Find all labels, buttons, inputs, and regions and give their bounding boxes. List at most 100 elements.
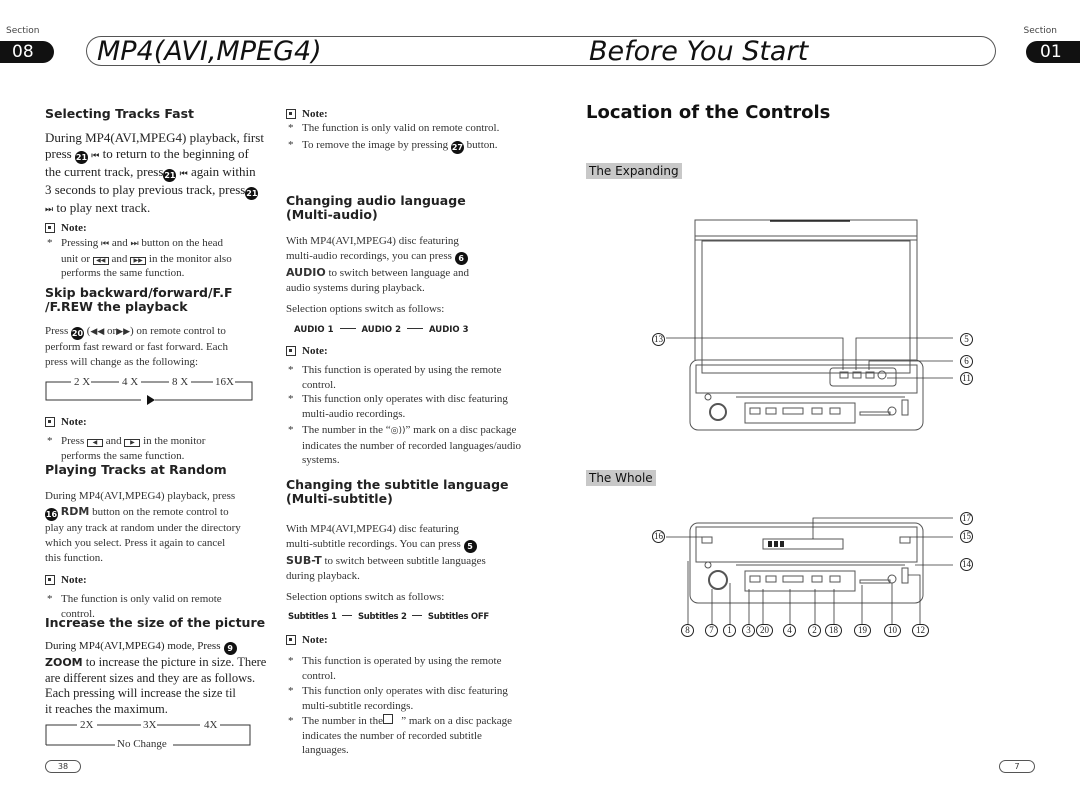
- button-number-badge: 9: [223, 642, 237, 655]
- subt-keyword: SUB-T: [286, 554, 322, 567]
- note-heading: Note:: [286, 108, 526, 120]
- flow-step: 2 X: [74, 376, 91, 388]
- audio-section: Changing audio language (Multi-audio) Wi…: [286, 194, 526, 468]
- expanding-unit-diagram: [666, 219, 953, 431]
- option-separator: [407, 328, 423, 329]
- flow-return-label: No Change: [117, 738, 167, 750]
- subtitle-section: Changing the subtitle language (Multi-su…: [286, 478, 526, 758]
- option: AUDIO 3: [428, 325, 469, 335]
- zoom-keyword: ZOOM: [45, 656, 83, 669]
- chapter-title: MP4(AVI,MPEG4): [97, 36, 322, 67]
- audio-options-sequence: AUDIO 1 AUDIO 2 AUDIO 3: [286, 325, 526, 335]
- button-number-badge: 27: [450, 141, 464, 154]
- skip-heading-line1: Skip backward/forward/F.F: [45, 285, 233, 300]
- note-heading: Note:: [45, 222, 277, 234]
- callout: 10: [884, 624, 901, 637]
- section-label-right: Section: [1023, 26, 1057, 36]
- note-icon: [45, 223, 55, 233]
- zoom-section: Increase the size of the picture During …: [45, 616, 280, 753]
- monitor-forward-button-icon: ▶: [124, 439, 141, 447]
- audio-heading-line2: (Multi-audio): [286, 207, 378, 222]
- page-number-left: 38: [45, 760, 81, 773]
- selecting-tracks-section: Selecting Tracks Fast During MP4(AVI,MPE…: [45, 107, 277, 281]
- expanding-label: The Expanding: [586, 163, 682, 179]
- note-icon: [45, 575, 55, 585]
- note-item: * The number in the “◎))” mark on a disc…: [288, 424, 522, 466]
- subtitle-heading-line2: (Multi-subtitle): [286, 491, 393, 506]
- multi-audio-mark-icon: ◎)): [390, 426, 406, 436]
- callout: 5: [960, 333, 973, 346]
- audio-keyword: AUDIO: [286, 266, 326, 279]
- option-separator: [339, 328, 356, 329]
- speed-flow-diagram: 2 X 4 X 8 X 16X: [45, 376, 277, 410]
- page-number-right: 7: [999, 760, 1035, 773]
- skip-section: Skip backward/forward/F.F /F.REW the pla…: [45, 286, 277, 463]
- audio-heading-line1: Changing audio language: [286, 193, 466, 208]
- random-body: During MP4(AVI,MPEG4) playback, press 16…: [45, 490, 241, 564]
- callout: 13: [652, 333, 665, 346]
- option: AUDIO 1: [294, 325, 334, 335]
- audio-options-intro: Selection options switch as follows:: [286, 303, 445, 315]
- zoom-heading: Increase the size of the picture: [45, 615, 266, 630]
- section-number-left: 08: [0, 41, 54, 63]
- callout: 15: [960, 530, 973, 543]
- note-heading: Note:: [45, 574, 277, 586]
- location-heading: Location of the Controls: [586, 102, 831, 123]
- option: Subtitles 2: [357, 612, 407, 622]
- rdm-keyword: RDM: [60, 505, 90, 518]
- multi-subtitle-mark-icon: [382, 714, 393, 724]
- monitor-next-button-icon: ▶▶: [130, 256, 147, 265]
- option-separator: [342, 615, 353, 616]
- button-number-badge: 21: [163, 169, 177, 182]
- callout: 1: [723, 624, 736, 637]
- skip-next-icon: ⏭: [130, 239, 139, 249]
- note-icon: [45, 417, 55, 427]
- callout: 20: [756, 624, 773, 637]
- title-bar-left: MP4(AVI,MPEG4): [86, 36, 546, 67]
- fast-forward-icon: ▶▶: [116, 327, 131, 337]
- note-heading: Note:: [286, 345, 526, 357]
- section-number-right: 01: [1026, 41, 1080, 63]
- rewind-icon: ◀◀: [90, 327, 105, 337]
- subtitle-options-sequence: Subtitles 1 Subtitles 2 Subtitles OFF: [286, 612, 526, 622]
- section-label-left: Section: [6, 26, 40, 36]
- option-separator: [412, 615, 423, 616]
- button-number-badge: 6: [454, 252, 468, 265]
- note-item: * The number in the ” mark on a disc pac…: [288, 714, 513, 756]
- random-section: Playing Tracks at Random During MP4(AVI,…: [45, 463, 277, 621]
- flow-step: 2X: [80, 719, 94, 731]
- selecting-tracks-heading: Selecting Tracks Fast: [45, 106, 195, 121]
- skip-body: Press 20 (◀◀ or▶▶) on remote control to …: [45, 325, 228, 368]
- callout: 12: [912, 624, 929, 637]
- flow-step: 4X: [204, 719, 218, 731]
- note-item: * This function only operates with disc f…: [288, 685, 508, 712]
- note-heading: Note:: [286, 634, 526, 646]
- option: Subtitles OFF: [427, 612, 489, 622]
- zoom-flow-diagram: 2X 3X 4X No Change: [45, 719, 280, 753]
- note-icon: [286, 109, 296, 119]
- note-icon: [286, 346, 296, 356]
- audio-body: With MP4(AVI,MPEG4) disc featuring multi…: [286, 235, 469, 294]
- callout: 18: [825, 624, 842, 637]
- whole-unit-diagram: [666, 517, 953, 625]
- note-item: * To remove the image by pressing 27 but…: [288, 139, 498, 154]
- button-number-badge: 16: [45, 508, 58, 521]
- subtitle-heading-line1: Changing the subtitle language: [286, 477, 509, 492]
- callout: 17: [960, 512, 973, 525]
- subtitle-options-intro: Selection options switch as follows:: [286, 591, 445, 603]
- monitor-prev-button-icon: ◀◀: [92, 256, 109, 265]
- note-item: * This function is operated by using the …: [288, 655, 502, 682]
- note-item: * Press ◀ and ▶ in the monitor performs …: [47, 435, 206, 462]
- option: AUDIO 2: [361, 325, 402, 335]
- skip-next-icon: ⏭: [45, 205, 54, 215]
- note-icon: [286, 635, 296, 645]
- skip-prev-icon: ⏮: [179, 169, 188, 179]
- skip-prev-icon: ⏮: [91, 151, 100, 161]
- zoom-note-section: Note: * The function is only valid on rem…: [286, 108, 526, 154]
- button-number-badge: 21: [245, 187, 259, 200]
- note-item: * This function only operates with disc f…: [288, 393, 508, 420]
- callout: 3: [742, 624, 755, 637]
- skip-prev-icon: ⏮: [101, 239, 110, 249]
- option: Subtitles 1: [288, 612, 337, 622]
- note-item: * The function is only valid on remote co…: [288, 122, 500, 134]
